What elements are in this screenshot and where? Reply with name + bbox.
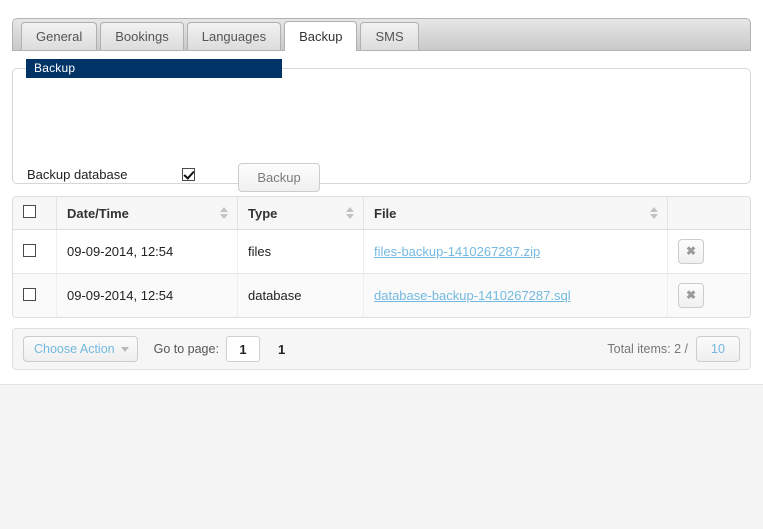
- goto-page-label: Go to page:: [153, 342, 219, 356]
- backup-button[interactable]: Backup: [238, 163, 320, 192]
- tab-backup[interactable]: Backup: [284, 21, 358, 51]
- row-select-cell: [13, 273, 57, 317]
- column-datetime[interactable]: Date/Time: [56, 197, 238, 230]
- row-datetime: 09-09-2014, 12:54: [56, 229, 238, 274]
- table-footer: Choose Action Go to page: 1 Total items:…: [12, 328, 751, 370]
- file-link[interactable]: database-backup-1410267287.sql: [374, 288, 571, 303]
- choose-action-dropdown[interactable]: Choose Action: [23, 336, 138, 362]
- page-root: General Bookings Languages Backup SMS Ba…: [0, 0, 763, 529]
- delete-row-button[interactable]: ✖: [678, 283, 704, 308]
- backup-database-checkbox[interactable]: [182, 168, 195, 181]
- panel-legend: Backup: [26, 59, 282, 78]
- column-type[interactable]: Type: [237, 197, 364, 230]
- select-all-checkbox[interactable]: [23, 205, 36, 218]
- goto-page-input[interactable]: [225, 336, 260, 362]
- column-type-label: Type: [248, 205, 278, 221]
- tab-sms[interactable]: SMS: [360, 22, 419, 50]
- per-page-select[interactable]: 10: [696, 336, 740, 362]
- column-actions: [667, 197, 750, 230]
- table-header-row: Date/Time Type File: [13, 197, 750, 230]
- row-type: database: [237, 273, 364, 317]
- column-select-all: [13, 197, 57, 230]
- sort-icon-type[interactable]: [346, 206, 355, 220]
- sort-icon-file[interactable]: [650, 206, 659, 220]
- page-background-area: [0, 385, 763, 529]
- backup-panel: Backup Backup database Backup files Back…: [12, 59, 751, 227]
- chevron-down-icon: [120, 347, 129, 352]
- field-backup-database: Backup database: [27, 167, 195, 182]
- delete-row-button[interactable]: ✖: [678, 239, 704, 264]
- row-checkbox[interactable]: [23, 243, 36, 257]
- table-row: 09-09-2014, 12:54 database database-back…: [13, 273, 750, 317]
- column-file[interactable]: File: [363, 197, 668, 230]
- row-actions: ✖: [667, 273, 750, 317]
- row-datetime: 09-09-2014, 12:54: [56, 273, 238, 317]
- backups-table: Date/Time Type File 09-09-2014, 12:54 fi…: [12, 196, 751, 318]
- tab-bar: General Bookings Languages Backup SMS: [12, 18, 751, 51]
- total-items-label: Total items: 2 /: [607, 342, 688, 356]
- column-datetime-label: Date/Time: [67, 205, 129, 221]
- row-actions: ✖: [667, 229, 750, 274]
- table-row: 09-09-2014, 12:54 files files-backup-141…: [13, 229, 750, 274]
- tab-bookings[interactable]: Bookings: [100, 22, 184, 50]
- backup-database-label: Backup database: [27, 167, 128, 182]
- row-checkbox[interactable]: [23, 287, 36, 301]
- sort-icon-datetime[interactable]: [220, 206, 229, 220]
- row-file-cell: files-backup-1410267287.zip: [363, 229, 668, 274]
- tab-languages[interactable]: Languages: [186, 22, 282, 50]
- total-pages-text: 1: [277, 341, 286, 357]
- row-file-cell: database-backup-1410267287.sql: [363, 273, 668, 317]
- column-file-label: File: [374, 205, 397, 221]
- row-select-cell: [13, 229, 57, 274]
- file-link[interactable]: files-backup-1410267287.zip: [374, 244, 540, 259]
- row-type: files: [237, 229, 364, 274]
- choose-action-label: Choose Action: [34, 342, 115, 356]
- tab-general[interactable]: General: [21, 22, 98, 50]
